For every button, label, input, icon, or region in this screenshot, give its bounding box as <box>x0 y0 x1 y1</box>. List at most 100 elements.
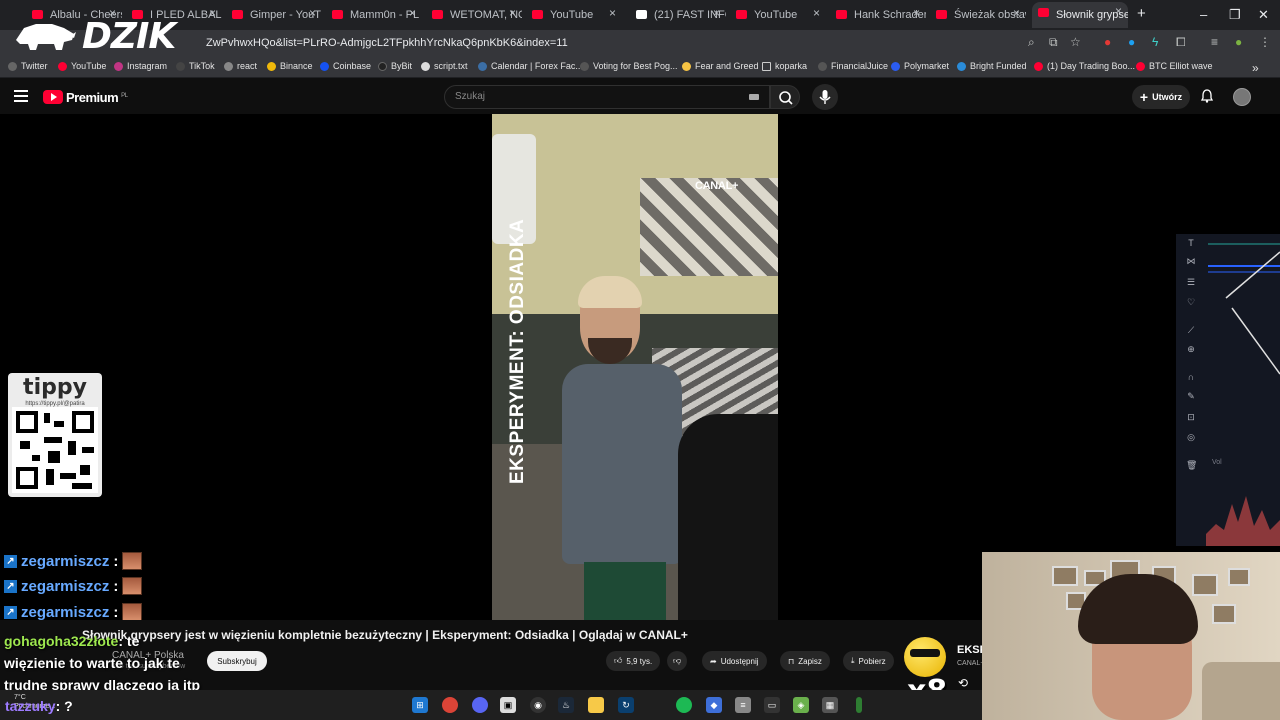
notepad-icon[interactable]: ≡ <box>735 697 751 713</box>
trash-icon[interactable]: 🗑︎ <box>1186 460 1197 470</box>
extension-icon[interactable]: ● <box>1128 35 1135 49</box>
bookmark-item[interactable]: Twitter <box>8 61 48 71</box>
url-field[interactable]: ZwPvhwxHQo&list=PLrRO-AdmjgcL2TFpkhhYrcN… <box>206 37 568 49</box>
instagram-icon <box>114 61 123 71</box>
obs-icon[interactable]: ◉ <box>530 697 546 713</box>
close-tab-icon[interactable]: × <box>609 6 616 20</box>
file-explorer-icon[interactable] <box>588 697 604 713</box>
hamburger-menu-icon[interactable] <box>14 90 28 102</box>
bookmark-item[interactable]: Bright Funded <box>957 61 1027 71</box>
browser-tab[interactable]: YouTube × <box>730 4 826 26</box>
bookmark-item[interactable]: Voting for Best Pog... <box>580 61 678 71</box>
browser-tab[interactable]: Hank Schrader × <box>830 4 926 26</box>
steam-icon[interactable]: ♨ <box>558 697 574 713</box>
close-tab-icon[interactable]: × <box>509 6 516 20</box>
pattern-tool-icon[interactable]: ⋈ <box>1186 256 1196 266</box>
fib-tool-icon[interactable]: ☰ <box>1186 277 1196 287</box>
close-tab-icon[interactable]: × <box>1115 4 1122 18</box>
close-tab-icon[interactable]: × <box>209 6 216 20</box>
bookmark-item[interactable]: (1) Day Trading Boo... <box>1034 61 1135 71</box>
draw-mode-icon[interactable]: ✎ <box>1186 391 1196 401</box>
close-tab-icon[interactable]: × <box>913 6 920 20</box>
bookmark-star-icon[interactable]: ☆ <box>1070 35 1081 49</box>
person-beard <box>588 338 632 364</box>
close-tab-icon[interactable]: × <box>813 6 820 20</box>
bookmarks-overflow-icon[interactable]: » <box>1252 61 1259 75</box>
bookmark-item[interactable]: FinancialJuice <box>818 61 888 71</box>
browser-tab[interactable]: WETOMAT, NO × <box>426 4 522 26</box>
eye-icon[interactable]: ◎ <box>1186 432 1196 442</box>
bookmark-item[interactable]: Fear and Greed <box>682 61 759 71</box>
browser-tab[interactable]: Gimper - YouT × <box>226 4 322 26</box>
media-control-icon[interactable]: ≡ <box>1211 35 1218 49</box>
app-icon[interactable]: ◈ <box>793 697 809 713</box>
app-icon[interactable] <box>856 697 862 713</box>
extensions-puzzle-icon[interactable]: ⧠ <box>1176 35 1186 50</box>
bookmark-item[interactable]: TikTok <box>176 61 215 71</box>
lock-icon[interactable]: ⊡ <box>1186 412 1196 422</box>
close-tab-icon[interactable]: × <box>1013 6 1020 20</box>
cast-icon[interactable]: ⧉ <box>1049 35 1058 50</box>
bookmark-item[interactable]: Calendar | Forex Fac... <box>478 61 583 71</box>
bookmark-item[interactable]: ByBit <box>378 61 412 71</box>
browser-tab[interactable]: Świeżak obstaw × <box>930 4 1026 26</box>
notifications-bell-icon[interactable] <box>1201 89 1213 103</box>
text-tool-icon[interactable]: T <box>1186 238 1196 248</box>
download-button[interactable]: ⤓ Pobierz <box>843 651 894 671</box>
account-avatar[interactable] <box>1233 88 1251 106</box>
app-icon[interactable]: ▣ <box>500 697 516 713</box>
extension-icon[interactable]: ● <box>1104 35 1111 49</box>
bookmark-item[interactable]: script.txt <box>421 61 468 71</box>
magnet-icon[interactable]: ∩ <box>1186 372 1196 382</box>
close-window-icon[interactable]: ✕ <box>1258 7 1269 23</box>
close-tab-icon[interactable]: × <box>309 6 316 20</box>
spotify-icon[interactable] <box>676 697 692 713</box>
bookmark-item[interactable]: koparka <box>762 61 807 71</box>
save-button[interactable]: ⊓ Zapisz <box>780 651 830 671</box>
create-button[interactable]: + Utwórz <box>1132 85 1190 109</box>
browser-tab[interactable]: YouTube × <box>526 4 622 26</box>
close-tab-icon[interactable]: × <box>409 6 416 20</box>
thumbs-down-icon: 👎︎ <box>673 656 682 665</box>
bookmark-item[interactable]: BTC Elliot wave <box>1136 61 1213 71</box>
maximize-icon[interactable]: ❐ <box>1229 7 1241 23</box>
calculator-icon[interactable]: ▦ <box>822 697 838 713</box>
close-tab-icon[interactable]: × <box>713 6 720 20</box>
keyboard-icon[interactable] <box>749 94 759 100</box>
browser-tab[interactable]: (21) FAST INFO × <box>630 4 726 26</box>
loop-icon[interactable]: ⟲ <box>958 676 968 690</box>
search-input[interactable]: Szukaj <box>444 85 770 109</box>
subscribe-button[interactable]: Subskrybuj <box>207 651 267 671</box>
favorite-icon[interactable]: ♡ <box>1186 297 1196 307</box>
share-button[interactable]: ➦ Udostępnij <box>702 651 767 671</box>
youtube-premium-brand[interactable]: Premium PL <box>66 90 128 105</box>
extension-icon[interactable]: ϟ <box>1152 35 1158 49</box>
browser-tab-active[interactable]: Słownik grypse × <box>1032 2 1128 28</box>
profile-icon[interactable]: ● <box>1235 35 1242 49</box>
bookmark-item[interactable]: Binance <box>267 61 313 71</box>
zoom-icon[interactable]: ⊕ <box>1186 344 1196 354</box>
youtube-logo-icon[interactable] <box>43 90 63 104</box>
voice-search-button[interactable] <box>812 84 838 110</box>
browser-menu-icon[interactable]: ⋮ <box>1259 35 1271 49</box>
ruler-icon[interactable]: ⟋ <box>1186 325 1196 335</box>
dislike-button[interactable]: 👎︎ <box>667 651 688 671</box>
discord-icon[interactable] <box>472 697 488 713</box>
bookmark-item[interactable]: Coinbase <box>320 61 371 71</box>
bookmark-item[interactable]: Instagram <box>114 61 167 71</box>
refresh-app-icon[interactable]: ↻ <box>618 697 634 713</box>
windows-start-icon[interactable]: ⊞ <box>412 697 428 713</box>
chat-emote-icon <box>122 577 143 595</box>
chrome-icon[interactable] <box>442 697 458 713</box>
search-button[interactable] <box>770 85 800 109</box>
bookmark-item[interactable]: react <box>224 61 257 71</box>
app-icon[interactable]: ◆ <box>706 697 722 713</box>
search-icon[interactable]: ⌕ <box>1028 35 1035 50</box>
minimize-icon[interactable]: – <box>1200 7 1207 22</box>
new-tab-button[interactable]: + <box>1137 5 1146 22</box>
terminal-icon[interactable]: ▭ <box>764 697 780 713</box>
like-button[interactable]: 👍︎ 5,9 tys. <box>606 651 661 671</box>
bookmark-item[interactable]: YouTube <box>58 61 106 71</box>
bookmark-item[interactable]: Polymarket <box>891 61 949 71</box>
browser-tab[interactable]: Mamm0n - PL × <box>326 4 422 26</box>
